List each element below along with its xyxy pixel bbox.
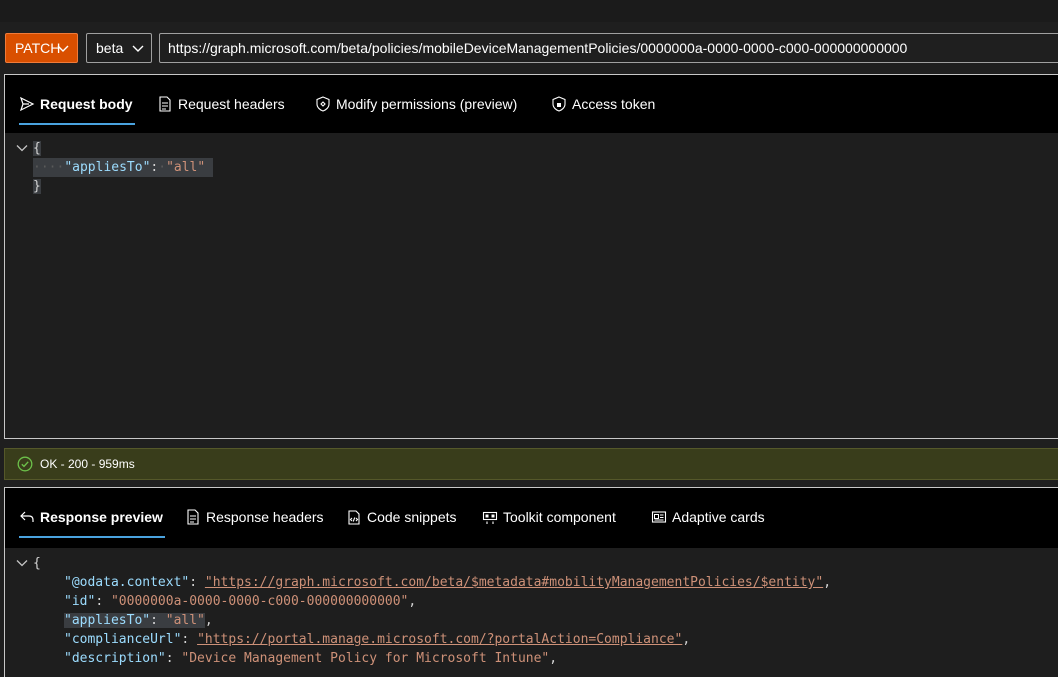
odata-context-link[interactable]: "https://graph.microsoft.com/beta/$metad… bbox=[205, 575, 823, 590]
send-icon bbox=[19, 96, 35, 112]
card-icon bbox=[651, 511, 667, 523]
tab-response-preview[interactable]: Response preview bbox=[19, 488, 165, 546]
response-panel: Response preview Response headers Code s… bbox=[4, 487, 1058, 677]
check-circle-icon bbox=[17, 456, 33, 472]
http-method-label: PATCH bbox=[15, 40, 61, 56]
request-body-editor[interactable]: { ····"appliesTo":·"all" } bbox=[5, 133, 1058, 438]
status-text: OK - 200 - 959ms bbox=[40, 457, 135, 471]
active-tab-indicator bbox=[19, 536, 165, 538]
code-icon bbox=[348, 510, 360, 525]
json-line-compliance-url: "complianceUrl": "https://portal.manage.… bbox=[64, 632, 691, 647]
tab-request-body[interactable]: Request body bbox=[19, 75, 135, 133]
lock-icon bbox=[552, 96, 566, 112]
tab-adaptive-cards[interactable]: Adaptive cards bbox=[651, 488, 765, 546]
tab-code-snippets[interactable]: Code snippets bbox=[346, 488, 457, 546]
json-line-applies-to: "appliesTo": "all", bbox=[64, 613, 213, 628]
tab-response-headers[interactable]: Response headers bbox=[185, 488, 324, 546]
chevron-down-icon[interactable] bbox=[16, 557, 28, 569]
tab-request-headers[interactable]: Request headers bbox=[157, 75, 285, 133]
code-line: } bbox=[33, 179, 41, 194]
code-line: ····"appliesTo":·"all" bbox=[33, 158, 214, 177]
json-line-description: "description": "Device Management Policy… bbox=[64, 651, 558, 666]
request-panel: Request body Request headers Modify perm… bbox=[4, 74, 1058, 439]
json-line-odata-context: "@odata.context": "https://graph.microso… bbox=[64, 575, 832, 590]
chevron-down-icon bbox=[57, 45, 69, 52]
compliance-url-link[interactable]: "https://portal.manage.microsoft.com/?po… bbox=[197, 632, 682, 647]
shield-icon bbox=[316, 96, 330, 112]
code-line: { bbox=[33, 556, 41, 571]
query-toolbar: PATCH beta bbox=[0, 22, 1058, 72]
chevron-down-icon[interactable] bbox=[16, 142, 28, 154]
tab-access-token[interactable]: Access token bbox=[551, 75, 655, 133]
version-dropdown[interactable]: beta bbox=[86, 33, 152, 63]
document-icon bbox=[159, 96, 171, 112]
toolkit-icon bbox=[482, 511, 498, 524]
response-status-bar: OK - 200 - 959ms bbox=[4, 448, 1058, 480]
title-strip bbox=[0, 0, 1058, 22]
arrow-back-icon bbox=[20, 511, 34, 522]
request-url-input[interactable] bbox=[159, 33, 1058, 63]
http-method-dropdown[interactable]: PATCH bbox=[5, 33, 78, 63]
document-icon bbox=[187, 509, 199, 525]
json-line-id: "id": "0000000a-0000-0000-c000-000000000… bbox=[64, 594, 417, 609]
active-tab-indicator bbox=[19, 123, 135, 125]
response-preview-editor[interactable]: { "@odata.context": "https://graph.micro… bbox=[5, 548, 1058, 677]
code-line: { bbox=[33, 141, 41, 156]
response-tabs: Response preview Response headers Code s… bbox=[5, 488, 1058, 548]
tab-toolkit-component[interactable]: Toolkit component bbox=[482, 488, 616, 546]
chevron-down-icon bbox=[132, 45, 144, 52]
tab-modify-permissions[interactable]: Modify permissions (preview) bbox=[315, 75, 517, 133]
request-tabs: Request body Request headers Modify perm… bbox=[5, 75, 1058, 133]
version-label: beta bbox=[96, 40, 124, 56]
